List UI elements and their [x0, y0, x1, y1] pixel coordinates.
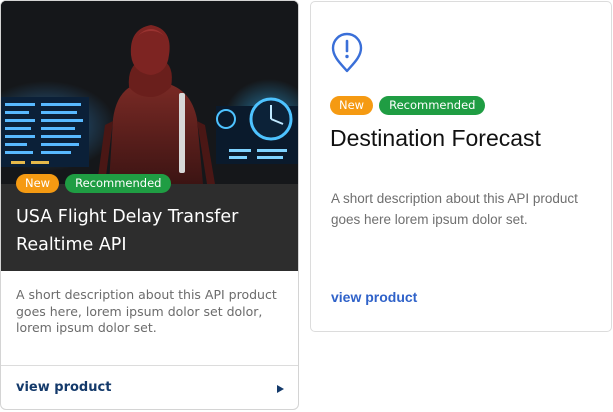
- badge-group: New Recommended: [16, 174, 172, 193]
- recommended-badge: Recommended: [379, 96, 486, 115]
- badge-group: New Recommended: [330, 96, 486, 115]
- api-card-destination-forecast[interactable]: New Recommended Destination Forecast A s…: [310, 1, 612, 332]
- play-arrow-icon[interactable]: [277, 385, 284, 393]
- card-divider: [1, 365, 298, 366]
- card-hero: New Recommended USA Flight Delay Transfe…: [1, 1, 298, 271]
- api-card-flight-delay[interactable]: New Recommended USA Flight Delay Transfe…: [0, 0, 299, 410]
- view-product-link[interactable]: view product: [16, 380, 111, 395]
- new-badge: New: [16, 174, 60, 193]
- api-product-cards: New Recommended USA Flight Delay Transfe…: [0, 0, 613, 412]
- new-badge: New: [330, 96, 374, 115]
- view-product-link[interactable]: view product: [331, 289, 417, 305]
- card-title[interactable]: Destination Forecast: [330, 124, 600, 153]
- map-pin-alert-icon: [329, 32, 365, 74]
- card-title[interactable]: USA Flight Delay Transfer Realtime API: [16, 203, 286, 259]
- recommended-badge: Recommended: [65, 174, 172, 193]
- card-description: A short description about this API produ…: [16, 287, 277, 335]
- card-description: A short description about this API produ…: [331, 191, 578, 227]
- hero-image-airport-traveler: [1, 1, 298, 184]
